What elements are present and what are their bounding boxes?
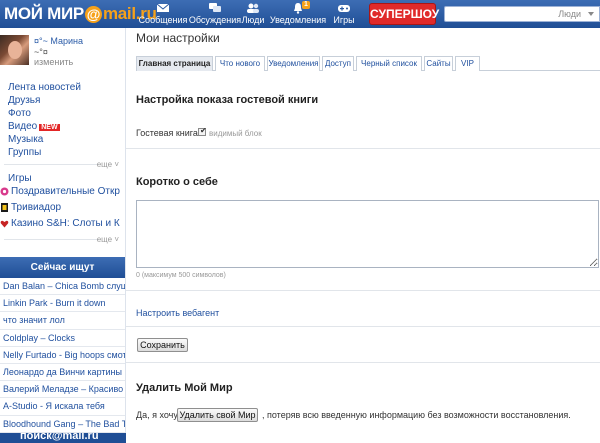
menu-more-label: еще: [96, 160, 113, 169]
page-title: Мои настройки: [136, 31, 220, 45]
logo[interactable]: МОЙ МИР @ mail.ru: [4, 3, 157, 25]
nav-messages-label: Сообщения: [138, 15, 188, 25]
sidebar-item-video-label: Видео: [8, 121, 38, 132]
poisk-logo: поиск@mail.ru: [20, 433, 99, 442]
nav-notifications[interactable]: 1 Уведомления: [269, 1, 327, 26]
profile-status: ~°¤: [34, 47, 48, 57]
trending-list: Dan Balan – Chica Bomb слушать Linkin Pa…: [0, 278, 125, 433]
app-postcards-label: Поздравительные Открытки: [11, 186, 120, 197]
trending-item[interactable]: что значит лол: [0, 312, 125, 330]
trending-item[interactable]: A-Studio - Я искала тебя: [0, 398, 125, 416]
sidebar-item-feed[interactable]: Лента новостей: [8, 82, 81, 93]
settings-tabs: Главная страница Что нового Уведомления …: [136, 56, 600, 71]
nav-people-label: Люди: [241, 15, 265, 25]
app-triviador[interactable]: Тривиадор: [0, 202, 120, 213]
sidebar-item-photo[interactable]: Фото: [8, 108, 31, 119]
tab-notifications[interactable]: Уведомления: [267, 56, 320, 71]
people-icon: [247, 3, 259, 13]
sidebar-item-video[interactable]: Видео NEW: [8, 121, 60, 132]
profile-name[interactable]: ¤°~ Марина: [34, 36, 83, 46]
about-textarea[interactable]: [136, 200, 599, 268]
apps-more-link[interactable]: еще ˅: [97, 235, 119, 244]
divider: [126, 290, 600, 291]
divider: [126, 148, 600, 149]
trending-item[interactable]: Coldplay – Clocks: [0, 330, 125, 347]
delete-world-button[interactable]: Удалить свой Мир: [177, 408, 258, 422]
tab-main-page[interactable]: Главная страница: [136, 56, 213, 71]
guestbook-label: Гостевая книга: [136, 128, 198, 138]
nav-notifications-label: Уведомления: [269, 15, 327, 25]
divider: [126, 362, 600, 363]
search-input[interactable]: Люди: [444, 6, 600, 22]
chevron-down-icon[interactable]: [587, 10, 595, 18]
app-triviador-label: Тривиадор: [11, 202, 62, 213]
tab-access[interactable]: Доступ: [322, 56, 354, 71]
tab-vip[interactable]: VIP: [455, 56, 480, 71]
trending-header: Сейчас ищут: [0, 257, 125, 278]
profile-edit-link[interactable]: изменить: [34, 57, 73, 67]
envelope-icon: [156, 3, 170, 12]
logo-name: МОЙ МИР: [4, 4, 84, 23]
postcard-app-icon: [0, 187, 9, 196]
nav-people[interactable]: Люди: [239, 2, 267, 26]
poisk-mail-bar[interactable]: поиск@mail.ru: [0, 433, 126, 443]
checkmark-icon: ✔: [200, 126, 207, 135]
casino-app-icon: [0, 220, 9, 228]
notifications-badge: 1: [302, 1, 310, 9]
search-scope-select[interactable]: Люди: [558, 9, 581, 19]
webagent-settings-link[interactable]: Настроить вебагент: [136, 308, 219, 318]
logo-at: @: [84, 5, 102, 23]
nav-discussions[interactable]: Обсуждения: [187, 2, 243, 26]
delete-prefix: Да, я хочу: [136, 410, 178, 420]
about-char-counter: 0 (максимум 500 символов): [136, 272, 226, 279]
trending-item[interactable]: Linkin Park - Burn it down: [0, 295, 125, 313]
guestbook-visible-checkbox[interactable]: ✔: [198, 126, 207, 136]
divider: [126, 326, 600, 327]
save-button[interactable]: Сохранить: [137, 338, 188, 352]
left-sidebar: ¤°~ Марина ~°¤ изменить Лента новостей Д…: [0, 28, 126, 443]
sidebar-item-groups[interactable]: Группы: [8, 147, 41, 158]
guestbook-heading: Настройка показа гостевой книги: [136, 94, 319, 106]
about-heading: Коротко о себе: [136, 176, 218, 188]
tab-whats-new[interactable]: Что нового: [215, 56, 265, 71]
new-badge: NEW: [39, 124, 60, 131]
trending-item[interactable]: Nelly Furtado - Big hoops смотреть: [0, 347, 125, 364]
sidebar-item-games[interactable]: Игры: [8, 173, 32, 184]
nav-games-label: Игры: [333, 15, 355, 25]
app-casino-label: Казино S&H: Слоты и Картошка: [11, 218, 120, 229]
tab-blacklist[interactable]: Черный список: [356, 56, 422, 71]
triviador-app-icon: [1, 203, 8, 212]
trending-item[interactable]: Леонардо да Винчи картины: [0, 364, 125, 382]
trending-item[interactable]: Bloodhound Gang – The Bad Touch: [0, 416, 125, 433]
nav-discussions-label: Обсуждения: [188, 15, 242, 25]
trending-item[interactable]: Dan Balan – Chica Bomb слушать: [0, 278, 125, 296]
sidebar-item-music[interactable]: Музыка: [8, 134, 43, 145]
app-casino[interactable]: Казино S&H: Слоты и Картошка: [0, 218, 120, 229]
delete-heading: Удалить Мой Мир: [136, 382, 233, 394]
divider: [4, 239, 99, 240]
sidebar-item-friends[interactable]: Друзья: [8, 95, 40, 106]
top-bar: МОЙ МИР @ mail.ru Сообщения Обсуждения Люд…: [0, 0, 600, 28]
avatar[interactable]: [0, 35, 29, 65]
delete-suffix: , потеряв всю введенную информацию без в…: [262, 410, 571, 420]
trending-item[interactable]: Валерий Меладзе – Красиво: [0, 381, 125, 399]
nav-games[interactable]: Игры: [331, 2, 357, 26]
divider: [4, 164, 99, 165]
supershow-button[interactable]: СУПЕРШОУ: [369, 3, 439, 25]
gamepad-icon: [338, 5, 350, 12]
guestbook-checkbox-label[interactable]: видимый блок: [209, 129, 262, 138]
nav-messages[interactable]: Сообщения: [135, 2, 191, 26]
app-postcards[interactable]: Поздравительные Открытки: [0, 186, 120, 197]
apps-more-label: еще: [96, 235, 113, 244]
speech-bubbles-icon: [209, 3, 221, 12]
menu-more-link[interactable]: еще ˅: [97, 160, 119, 169]
tab-sites[interactable]: Сайты: [424, 56, 453, 71]
